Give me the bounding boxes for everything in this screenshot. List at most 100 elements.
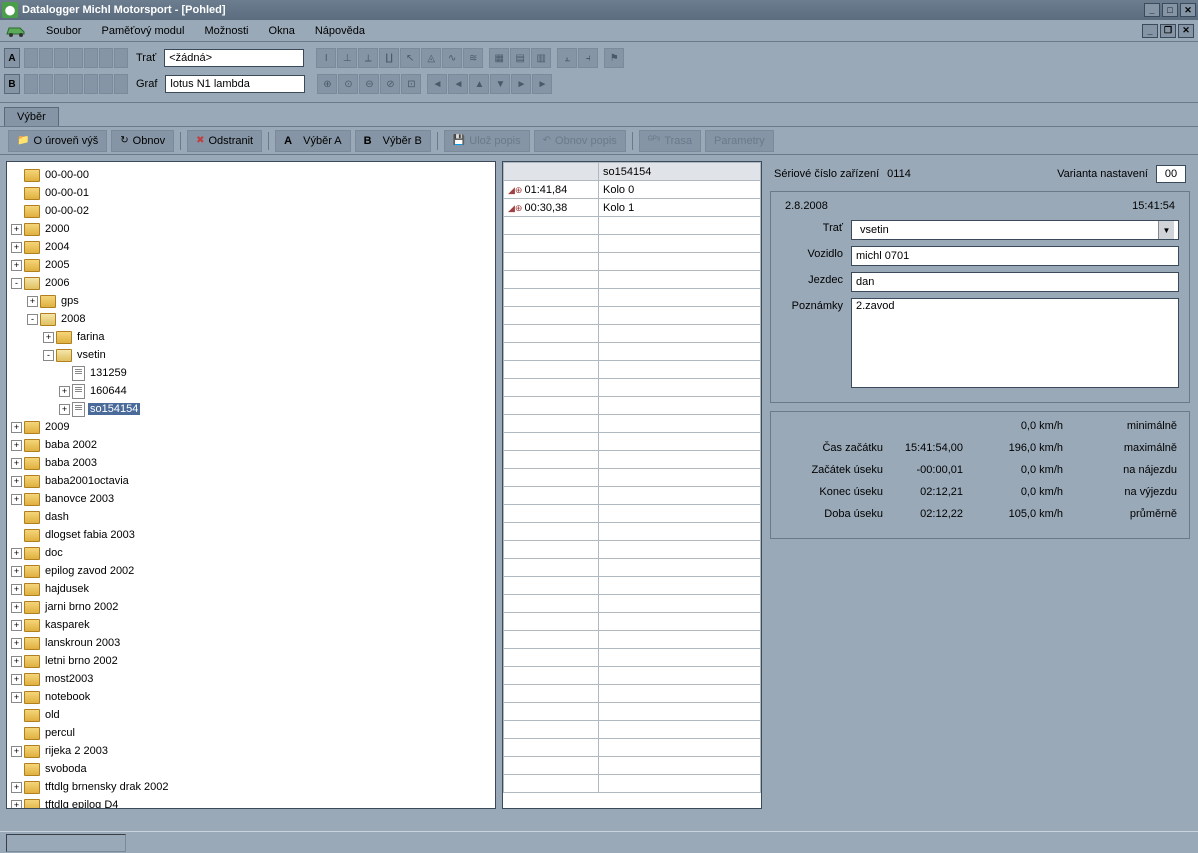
tab-vyber[interactable]: Výběr: [4, 107, 59, 126]
expand-icon[interactable]: +: [11, 584, 22, 595]
lap-row-empty[interactable]: [504, 343, 761, 361]
lap-row-empty[interactable]: [504, 253, 761, 271]
laps-header-name[interactable]: so154154: [599, 163, 761, 181]
slot[interactable]: [24, 74, 38, 94]
tree-label[interactable]: 2004: [43, 241, 71, 253]
expand-icon[interactable]: +: [11, 440, 22, 451]
expand-icon[interactable]: +: [11, 260, 22, 271]
slot[interactable]: [69, 74, 83, 94]
tree-label[interactable]: so154154: [88, 403, 140, 415]
expand-icon[interactable]: +: [11, 638, 22, 649]
expand-icon[interactable]: +: [11, 548, 22, 559]
tree-label[interactable]: letni brno 2002: [43, 655, 120, 667]
collapse-icon[interactable]: -: [43, 350, 54, 361]
slot[interactable]: [39, 48, 53, 68]
tree-label[interactable]: 00-00-01: [43, 187, 91, 199]
lap-row-empty[interactable]: [504, 595, 761, 613]
tree-label[interactable]: 00-00-00: [43, 169, 91, 181]
tree-node[interactable]: old: [11, 706, 491, 724]
tree-label[interactable]: 2005: [43, 259, 71, 271]
trat-select[interactable]: ▼: [851, 220, 1179, 240]
lap-row-empty[interactable]: [504, 379, 761, 397]
tree-label[interactable]: 2000: [43, 223, 71, 235]
tree-label[interactable]: farina: [75, 331, 107, 343]
tree-node[interactable]: +160644: [11, 382, 491, 400]
slot[interactable]: [84, 48, 98, 68]
expand-icon[interactable]: +: [27, 296, 38, 307]
cursor-icon[interactable]: I: [316, 48, 336, 68]
lap-row-empty[interactable]: [504, 235, 761, 253]
slot[interactable]: [114, 74, 128, 94]
tree-node[interactable]: -2006: [11, 274, 491, 292]
lap-row-empty[interactable]: [504, 667, 761, 685]
collapse-icon[interactable]: -: [27, 314, 38, 325]
tree-node[interactable]: +2009: [11, 418, 491, 436]
tree-node[interactable]: -2008: [11, 310, 491, 328]
expand-icon[interactable]: +: [11, 242, 22, 253]
right-arrow-icon[interactable]: ►: [511, 74, 531, 94]
trat-select-input[interactable]: [856, 221, 1158, 239]
tool-icon[interactable]: ⊥: [337, 48, 357, 68]
expand-icon[interactable]: +: [11, 674, 22, 685]
slot[interactable]: [69, 48, 83, 68]
lap-row-empty[interactable]: [504, 415, 761, 433]
pointer-icon[interactable]: ↖: [400, 48, 420, 68]
delete-button[interactable]: ✖Odstranit: [187, 130, 262, 152]
tree-node[interactable]: percul: [11, 724, 491, 742]
mdi-close-button[interactable]: ✕: [1178, 24, 1194, 38]
tree-node[interactable]: +most2003: [11, 670, 491, 688]
lap-row-empty[interactable]: [504, 289, 761, 307]
tree-label[interactable]: tftdlg epilog D4: [43, 799, 120, 808]
tree-label[interactable]: tftdlg brnensky drak 2002: [43, 781, 171, 793]
graf-input[interactable]: [165, 75, 305, 93]
tree-label[interactable]: notebook: [43, 691, 92, 703]
zoom-icon[interactable]: ⊙: [338, 74, 358, 94]
vozidlo-input[interactable]: [851, 246, 1179, 266]
expand-icon[interactable]: +: [11, 224, 22, 235]
expand-icon[interactable]: +: [59, 386, 70, 397]
zoom-icon[interactable]: ⊘: [380, 74, 400, 94]
grid-icon[interactable]: ▦: [489, 48, 509, 68]
lap-row-empty[interactable]: [504, 433, 761, 451]
chart-icon[interactable]: ⫠: [557, 48, 577, 68]
tree-node[interactable]: +epilog zavod 2002: [11, 562, 491, 580]
lap-row-empty[interactable]: [504, 685, 761, 703]
slot[interactable]: [39, 74, 53, 94]
tree-label[interactable]: 160644: [88, 385, 129, 397]
lap-row-empty[interactable]: [504, 613, 761, 631]
menu-pametovy-modul[interactable]: Paměťový modul: [91, 23, 194, 39]
collapse-icon[interactable]: -: [11, 278, 22, 289]
tree-node[interactable]: 00-00-00: [11, 166, 491, 184]
menu-moznosti[interactable]: Možnosti: [194, 23, 258, 39]
tree-node[interactable]: dash: [11, 508, 491, 526]
tree-node[interactable]: + notebook: [11, 688, 491, 706]
expand-icon[interactable]: +: [59, 404, 70, 415]
tree-node[interactable]: +jarni brno 2002: [11, 598, 491, 616]
tree-node[interactable]: +farina: [11, 328, 491, 346]
expand-icon[interactable]: +: [11, 566, 22, 577]
lap-row[interactable]: ◢⊕01:41,84Kolo 0: [504, 181, 761, 199]
chevron-down-icon[interactable]: ▼: [1158, 221, 1174, 239]
lap-row-empty[interactable]: [504, 523, 761, 541]
flag-icon[interactable]: ⚑: [604, 48, 624, 68]
tree-node[interactable]: +lanskroun 2003: [11, 634, 491, 652]
tree-label[interactable]: jarni brno 2002: [43, 601, 120, 613]
tree-node[interactable]: 00-00-02: [11, 202, 491, 220]
expand-icon[interactable]: +: [11, 692, 22, 703]
slot[interactable]: [24, 48, 38, 68]
tool-icon[interactable]: ∿: [442, 48, 462, 68]
lap-row-empty[interactable]: [504, 541, 761, 559]
tree-label[interactable]: baba 2002: [43, 439, 99, 451]
refresh-button[interactable]: ↻Obnov: [111, 130, 174, 152]
tree-label[interactable]: gps: [59, 295, 81, 307]
lap-row-empty[interactable]: [504, 721, 761, 739]
tree-node[interactable]: +letni brno 2002: [11, 652, 491, 670]
up-level-button[interactable]: 📁O úroveň výš: [8, 130, 107, 152]
lap-row-empty[interactable]: [504, 307, 761, 325]
jezdec-input[interactable]: [851, 272, 1179, 292]
poznamky-textarea[interactable]: [851, 298, 1179, 388]
params-button[interactable]: Parametry: [705, 130, 774, 152]
menu-okna[interactable]: Okna: [259, 23, 305, 39]
expand-icon[interactable]: +: [11, 494, 22, 505]
save-desc-button[interactable]: 💾Ulož popis: [444, 130, 530, 152]
